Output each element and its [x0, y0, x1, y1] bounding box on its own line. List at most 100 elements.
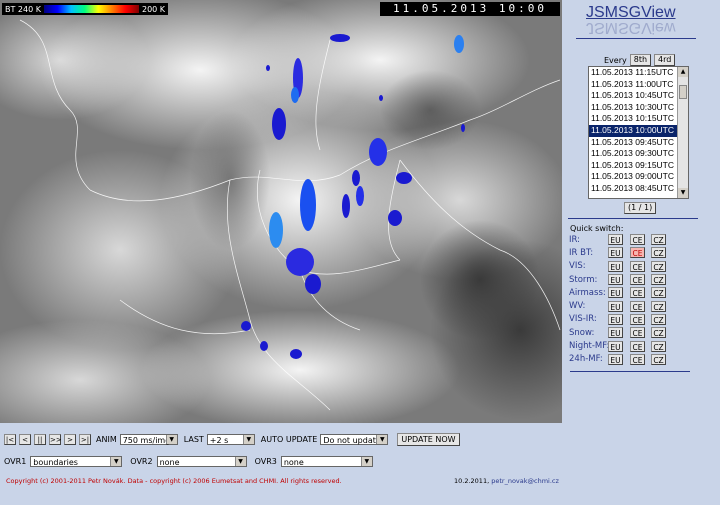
auto-update-label: AUTO UPDATE [260, 435, 318, 444]
night-mf-eu-button[interactable]: EU [608, 340, 623, 352]
wv-ce-button[interactable]: CE [630, 300, 645, 312]
auto-update-value: Do not update [323, 436, 381, 445]
vis-ir-ce-button[interactable]: CE [630, 313, 645, 325]
quick-switch-label: Airmass: [569, 287, 606, 298]
ir-eu-button[interactable]: EU [608, 234, 623, 246]
chevron-down-icon[interactable]: ▼ [242, 435, 254, 444]
wv-eu-button[interactable]: EU [608, 300, 623, 312]
time-list-item[interactable]: 11.05.2013 09:15UTC [589, 160, 688, 172]
time-list[interactable]: 11.05.2013 11:15UTC 11.05.2013 11:00UTC … [588, 66, 689, 199]
time-list-item[interactable]: 11.05.2013 11:00UTC [589, 79, 688, 91]
chevron-down-icon[interactable]: ▼ [165, 435, 177, 444]
ir-cz-button[interactable]: CZ [651, 234, 666, 246]
vis-ir-eu-button[interactable]: EU [608, 313, 623, 325]
quick-switch-row-ir-bt: IR BT: EU CE CZ [569, 246, 679, 259]
step-4rd-button[interactable]: 4rd [654, 54, 676, 66]
scroll-down-icon[interactable]: ▼ [678, 188, 688, 198]
step-8th-button[interactable]: 8th [629, 54, 652, 66]
quick-switch-label: Storm: [569, 274, 598, 285]
storm-eu-button[interactable]: EU [608, 274, 623, 286]
quick-switch-row-snow: Snow: EU CE CZ [569, 326, 679, 339]
next-frame-button[interactable]: > [64, 434, 76, 445]
ovr1-value: boundaries [33, 458, 78, 467]
overlay-controls: OVR1 boundaries ▼ OVR2 none ▼ OVR3 none … [4, 456, 373, 467]
every-label: Every [604, 55, 627, 65]
time-list-scrollbar[interactable]: ▲ ▼ [677, 67, 688, 198]
quick-switch-label: Night-MF: [569, 341, 610, 352]
ovr3-select[interactable]: none ▼ [280, 456, 373, 467]
quick-switch-label: VIS: [569, 261, 586, 272]
ovr3-value: none [283, 458, 304, 467]
chevron-down-icon[interactable]: ▼ [234, 457, 246, 466]
temperature-legend: BT 240 K 200 K [2, 3, 169, 15]
vis-eu-button[interactable]: EU [608, 260, 623, 272]
previous-frame-button[interactable]: < [19, 434, 31, 445]
quick-switch-label: WV: [569, 301, 586, 312]
image-timestamp: 11.05.2013 10:00 [380, 2, 560, 16]
24h-mf-cz-button[interactable]: CZ [651, 353, 666, 365]
ir-bt-cz-button[interactable]: CZ [651, 247, 666, 259]
divider [570, 371, 690, 372]
wv-cz-button[interactable]: CZ [651, 300, 666, 312]
quick-switch-row-vis: VIS: EU CE CZ [569, 260, 679, 273]
snow-eu-button[interactable]: EU [608, 327, 623, 339]
time-list-item[interactable]: 11.05.2013 10:45UTC [589, 90, 688, 102]
night-mf-cz-button[interactable]: CZ [651, 340, 666, 352]
ovr2-select[interactable]: none ▼ [156, 456, 247, 467]
app-logo-reflection: JSMSGView [586, 19, 676, 36]
chevron-down-icon[interactable]: ▼ [376, 435, 388, 444]
time-list-item[interactable]: 11.05.2013 09:30UTC [589, 148, 688, 160]
vis-cz-button[interactable]: CZ [651, 260, 666, 272]
time-list-item[interactable]: 11.05.2013 09:00UTC [589, 171, 688, 183]
page-indicator-button[interactable]: (1 / 1) [624, 202, 657, 214]
legend-gradient [43, 5, 139, 13]
snow-ce-button[interactable]: CE [630, 327, 645, 339]
vis-ir-cz-button[interactable]: CZ [651, 313, 666, 325]
time-list-item[interactable]: 11.05.2013 10:30UTC [589, 102, 688, 114]
quick-switch-label: VIS-IR: [569, 314, 597, 325]
time-list-item[interactable]: 11.05.2013 11:15UTC [589, 67, 688, 79]
vis-ce-button[interactable]: CE [630, 260, 645, 272]
animation-controls: |< < || >> > >| ANIM 750 ms/img ▼ LAST +… [4, 433, 460, 446]
pause-button[interactable]: || [34, 434, 46, 445]
airmass-cz-button[interactable]: CZ [651, 287, 666, 299]
storm-cz-button[interactable]: CZ [651, 274, 666, 286]
ir-bt-eu-button[interactable]: EU [608, 247, 623, 259]
airmass-eu-button[interactable]: EU [608, 287, 623, 299]
ir-ce-button[interactable]: CE [630, 234, 645, 246]
time-list-item[interactable]: 11.05.2013 08:45UTC [589, 183, 688, 195]
first-frame-button[interactable]: |< [4, 434, 16, 445]
time-list-item-selected[interactable]: 11.05.2013 10:00UTC [589, 124, 688, 137]
chevron-down-icon[interactable]: ▼ [360, 457, 372, 466]
ir-bt-ce-button-active[interactable]: CE [630, 247, 645, 259]
email-link[interactable]: petr_novak@chmi.cz [491, 477, 559, 485]
auto-update-select[interactable]: Do not update ▼ [320, 434, 389, 445]
footer-contact: 10.2.2011, petr_novak@chmi.cz [454, 477, 559, 485]
night-mf-ce-button[interactable]: CE [630, 340, 645, 352]
24h-mf-eu-button[interactable]: EU [608, 353, 623, 365]
time-list-item[interactable]: 11.05.2013 09:45UTC [589, 137, 688, 149]
snow-cz-button[interactable]: CZ [651, 327, 666, 339]
update-now-button[interactable]: UPDATE NOW [397, 433, 460, 446]
scroll-thumb[interactable] [679, 85, 687, 99]
last-delay-value: +2 s [209, 436, 229, 445]
quick-switch-row-airmass: Airmass: EU CE CZ [569, 286, 679, 299]
quick-switch-label: IR BT: [569, 247, 594, 258]
quick-switch-row-ir: IR: EU CE CZ [569, 233, 679, 246]
footer-date: 10.2.2011, [454, 477, 490, 485]
last-delay-select[interactable]: +2 s ▼ [206, 434, 255, 445]
storm-ce-button[interactable]: CE [630, 274, 645, 286]
anim-speed-select[interactable]: 750 ms/img ▼ [119, 434, 178, 445]
ovr2-label: OVR2 [130, 457, 153, 466]
chevron-down-icon[interactable]: ▼ [110, 457, 122, 466]
last-frame-button[interactable]: >| [79, 434, 91, 445]
24h-mf-ce-button[interactable]: CE [630, 353, 645, 365]
divider [568, 218, 698, 219]
last-label: LAST [183, 435, 204, 444]
scroll-up-icon[interactable]: ▲ [678, 67, 688, 77]
time-list-item[interactable]: 11.05.2013 10:15UTC [589, 113, 688, 125]
airmass-ce-button[interactable]: CE [630, 287, 645, 299]
ovr1-select[interactable]: boundaries ▼ [30, 456, 123, 467]
satellite-map[interactable]: BT 240 K 200 K 11.05.2013 10:00 [0, 0, 562, 423]
play-button[interactable]: >> [49, 434, 62, 445]
